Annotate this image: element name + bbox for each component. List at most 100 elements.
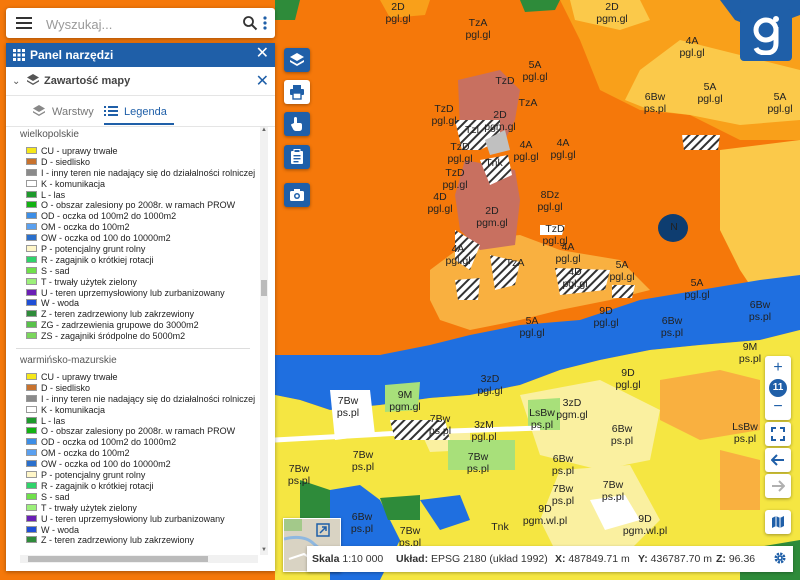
- map-label-unit: pgl.gl: [442, 179, 467, 191]
- map-content-close-icon[interactable]: ✕: [256, 71, 269, 91]
- map-label-unit: pgl.gl: [519, 327, 544, 339]
- map-label-unit: ps.pl: [611, 435, 633, 447]
- z-readout: Z: 96.36: [716, 553, 755, 565]
- legend-item-label: U - teren uprzemysłowiony lub zurbanizow…: [41, 287, 225, 298]
- legend-item: ZG - zadrzewienia grupowe do 3000m2: [6, 320, 260, 331]
- geoportal-logo[interactable]: [740, 9, 792, 61]
- map-label-unit: pgm.gl: [596, 13, 628, 25]
- legend-swatch: [26, 266, 37, 274]
- list-icon: [104, 106, 118, 116]
- crs-readout[interactable]: Układ: EPSG 2180 (układ 1992): [396, 553, 548, 565]
- legend-item: OW - oczka od 100 do 10000m2: [6, 459, 260, 470]
- scroll-up-icon[interactable]: ▲: [261, 127, 267, 133]
- legend-item-label: I - inny teren nie nadający się do dział…: [41, 167, 256, 178]
- legend-swatch: [26, 405, 37, 413]
- legend-item-label: T - trwały użytek zielony: [41, 502, 137, 513]
- z-value: 96.36: [728, 553, 756, 565]
- map-label-code: 9M: [398, 389, 413, 401]
- x-label: X:: [555, 553, 566, 565]
- hscrollbar-thumb[interactable]: [28, 556, 208, 562]
- legend-swatch: [26, 234, 37, 242]
- map-label-code: 3zD: [563, 397, 582, 409]
- legend-item-label: OM - oczka do 100m2: [41, 222, 130, 233]
- expand-icon[interactable]: [316, 523, 330, 537]
- map-label-code: 2D: [493, 109, 507, 121]
- map-label-code: TzD: [450, 141, 470, 153]
- map-label-code: 4A: [520, 139, 533, 151]
- legend-item: CU - uprawy trwałe: [6, 146, 260, 157]
- map-label-code: TzD: [434, 103, 454, 115]
- map-area: [720, 450, 760, 510]
- map-label-unit: pgm.gl: [476, 217, 508, 229]
- map-content-header[interactable]: ⌄ Zawartość mapy ✕: [6, 67, 275, 96]
- basemap-button[interactable]: [765, 510, 791, 534]
- map-label-unit: pgl.gl: [445, 255, 470, 267]
- zoom-out-button[interactable]: −: [765, 399, 791, 415]
- legend-scrollbar[interactable]: ▲ ▼: [260, 127, 268, 555]
- map-label-unit: pgl.gl: [465, 29, 490, 41]
- legend-swatch: [26, 373, 37, 381]
- fullscreen-button[interactable]: [765, 422, 791, 446]
- legend-item: P - potencjalny grunt rolny: [6, 470, 260, 481]
- search-icon[interactable]: [242, 15, 258, 31]
- tab-layers[interactable]: Warstwy: [32, 105, 94, 118]
- touch-button[interactable]: [284, 112, 310, 136]
- legend-item: O - obszar zalesiony po 2008r. w ramach …: [6, 426, 260, 437]
- legend-swatch: [26, 438, 37, 446]
- legend-section-title: wielkopolskie: [20, 129, 79, 140]
- map-content-title: Zawartość mapy: [44, 75, 131, 87]
- legend-separator: [16, 348, 250, 350]
- legend-hscrollbar[interactable]: [20, 555, 258, 563]
- back-button[interactable]: [765, 448, 791, 472]
- legend-swatch: [26, 157, 37, 165]
- legend-item-label: O - obszar zalesiony po 2008r. w ramach …: [41, 200, 236, 211]
- legend-item: U - teren uprzemysłowiony lub zurbanizow…: [6, 514, 260, 525]
- legend-swatch: [26, 179, 37, 187]
- legend-item-label: OW - oczka od 100 do 10000m2: [41, 459, 171, 470]
- legend-item-label: W - woda: [41, 298, 80, 309]
- print-button[interactable]: [284, 80, 310, 104]
- legend-item: S - sad: [6, 492, 260, 503]
- tools-panel: Panel narzędzi ✕ ⌄ Zawartość mapy ✕ Wars…: [6, 43, 275, 571]
- fullscreen-icon: [771, 427, 785, 441]
- legend-item: D - siedlisko: [6, 383, 260, 394]
- zoom-in-button[interactable]: +: [765, 360, 791, 376]
- map-label-code: TzA: [506, 257, 525, 269]
- layers-button[interactable]: [284, 48, 310, 72]
- scroll-down-icon[interactable]: ▼: [261, 547, 267, 553]
- map-label-code: Tzl: [465, 124, 479, 136]
- map-label-code: 5A: [526, 315, 539, 327]
- map-label-unit: pgl.gl: [562, 278, 587, 290]
- gear-icon[interactable]: [773, 551, 787, 565]
- chevron-down-icon[interactable]: ⌄: [12, 76, 20, 87]
- map-label-code: TzD: [545, 223, 565, 235]
- legend-item-label: P - potencjalny grunt rolny: [41, 470, 146, 481]
- search-input[interactable]: [44, 13, 238, 35]
- scale-readout[interactable]: Skala 1:10 000: [312, 553, 383, 565]
- menu-icon[interactable]: [16, 17, 32, 29]
- map-label-code: 2D: [391, 1, 405, 13]
- legend-swatch: [26, 212, 37, 220]
- legend-item: K - komunikacja: [6, 405, 260, 416]
- map-label-unit: pgl.pl: [471, 431, 496, 443]
- clipboard-icon: [291, 149, 303, 164]
- legend-item: T - trwały użytek zielony: [6, 503, 260, 514]
- screenshot-button[interactable]: [284, 183, 310, 207]
- map-label-unit: ps.pl: [552, 495, 574, 507]
- scrollbar-thumb[interactable]: [261, 280, 267, 296]
- map-label-unit: ps.pl: [661, 327, 683, 339]
- clipboard-button[interactable]: [284, 145, 310, 169]
- map-label-code: 7Bw: [400, 525, 421, 537]
- y-readout: Y: 436787.70 m: [638, 553, 712, 565]
- legend-item-label: ZS - zagajniki śródpolne do 5000m2: [41, 331, 186, 342]
- map-label-code: 8Dz: [541, 189, 560, 201]
- more-vert-icon[interactable]: [262, 15, 268, 31]
- legend-item: D - siedlisko: [6, 157, 260, 168]
- legend-item: R - zagajnik o krótkiej rotacji: [6, 481, 260, 492]
- panel-close-icon[interactable]: ✕: [256, 46, 269, 62]
- legend-swatch: [26, 492, 37, 500]
- map-label-unit: ps.pl: [644, 103, 666, 115]
- map-label-code: 4D: [568, 266, 582, 278]
- forward-button[interactable]: [765, 474, 791, 498]
- tab-legend[interactable]: Legenda: [104, 105, 167, 118]
